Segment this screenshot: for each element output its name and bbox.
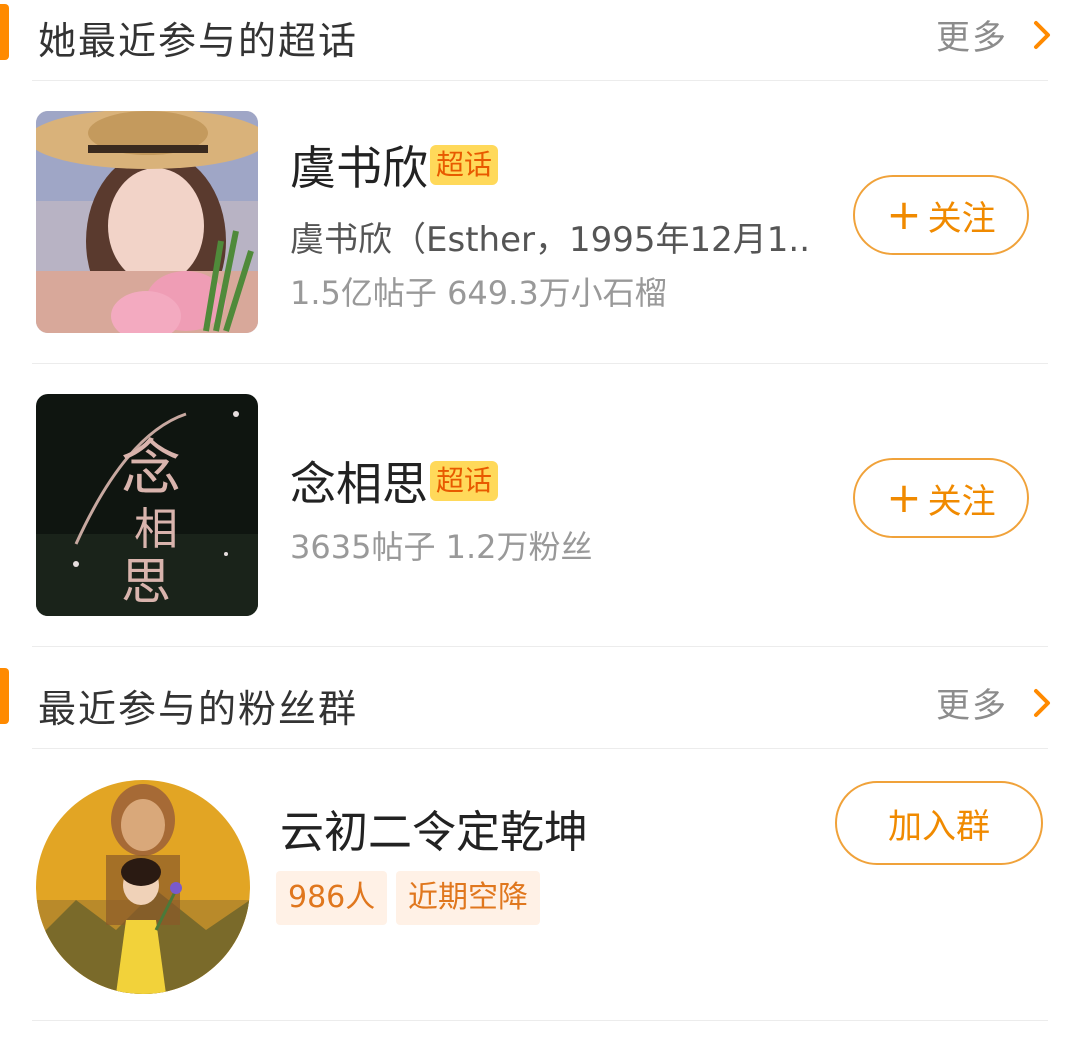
divider — [32, 748, 1048, 749]
follow-label: 关注 — [927, 481, 996, 522]
more-label: 更多 — [936, 18, 1008, 58]
profile-participation-page: 她最近参与的超话 更多 虞书欣 超话 虞书欣（Esther，1995年12月1.… — [0, 0, 1080, 1038]
supertopic-name[interactable]: 虞书欣 超话 — [290, 132, 499, 198]
chevron-right-icon — [1034, 20, 1050, 49]
calligraphy-cover: 念 相 思 — [36, 394, 258, 616]
section-accent-bar — [0, 668, 9, 724]
divider — [32, 646, 1048, 647]
more-fan-groups-link[interactable]: 更多 — [936, 678, 1056, 727]
supertopic-cover-image[interactable]: 念 相 思 — [36, 394, 258, 616]
supertopic-stats: 3635帖子 1.2万粉丝 — [290, 528, 593, 566]
plus-icon: + — [886, 190, 922, 239]
divider — [32, 1020, 1048, 1021]
supertopic-badge: 超话 — [430, 461, 499, 501]
follow-button[interactable]: + 关注 — [853, 175, 1029, 255]
more-supertopics-link[interactable]: 更多 — [936, 10, 1056, 59]
supertopic-name[interactable]: 念相思 超话 — [290, 448, 499, 514]
fan-group-avatar[interactable] — [36, 780, 250, 994]
supertopic-description: 虞书欣（Esther，1995年12月1... — [290, 220, 810, 260]
more-label: 更多 — [936, 686, 1008, 726]
follow-button[interactable]: + 关注 — [853, 458, 1029, 538]
follow-label: 关注 — [927, 198, 996, 239]
supertopic-section-header: 她最近参与的超话 更多 — [0, 0, 1080, 80]
supertopic-cover-image[interactable] — [36, 111, 258, 333]
supertopic-name-text: 念相思 — [290, 457, 428, 511]
section-title: 她最近参与的超话 — [38, 19, 359, 63]
fan-group-section-header: 最近参与的粉丝群 更多 — [0, 668, 1080, 748]
section-accent-bar — [0, 4, 9, 60]
supertopic-badge: 超话 — [430, 145, 499, 185]
group-avatar-art — [36, 780, 250, 994]
supertopic-stats: 1.5亿帖子 649.3万小石榴 — [290, 274, 667, 312]
divider — [32, 80, 1048, 81]
cover-char-3: 思 — [121, 553, 171, 611]
recent-tag-chip: 近期空降 — [396, 871, 540, 925]
section-title: 最近参与的粉丝群 — [38, 687, 359, 731]
plus-icon: + — [886, 473, 922, 522]
cover-char-1: 念 — [121, 434, 181, 504]
chevron-right-icon — [1034, 688, 1050, 717]
fan-group-name[interactable]: 云初二令定乾坤 — [280, 796, 588, 860]
portrait-photo — [36, 111, 258, 333]
member-count-chip: 986人 — [276, 871, 388, 925]
supertopic-name-text: 虞书欣 — [290, 141, 428, 195]
divider — [32, 363, 1048, 364]
cover-char-2: 相 — [134, 504, 178, 555]
join-group-button[interactable]: 加入群 — [835, 781, 1043, 865]
